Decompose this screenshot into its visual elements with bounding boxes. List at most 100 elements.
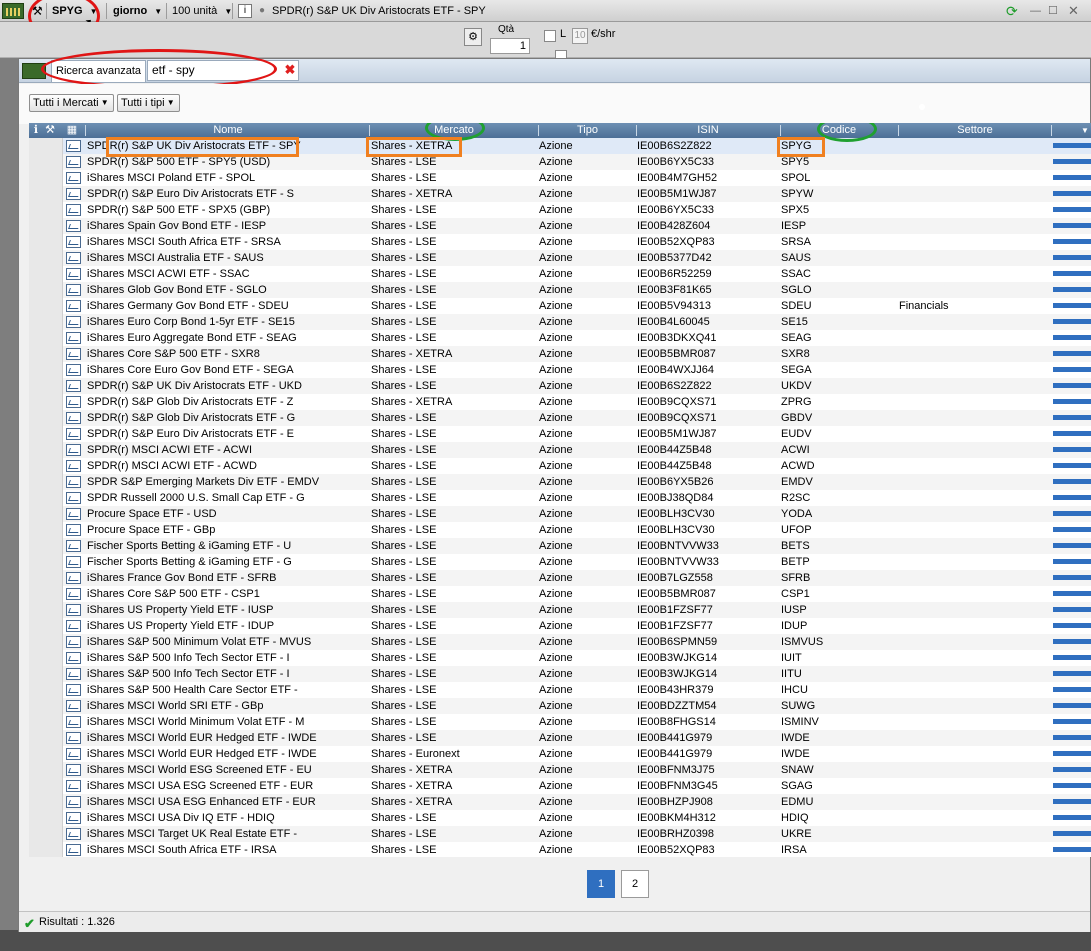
header-settore[interactable]: Settore [899,123,1051,138]
table-row[interactable]: SPDR(r) S&P Glob Div Aristocrats ETF - Z… [29,394,1091,410]
chart-icon[interactable] [66,460,81,472]
chart-icon[interactable] [66,156,81,168]
header-codice[interactable]: Codice [781,123,897,138]
header-tipo[interactable]: Tipo [539,123,636,138]
header-nome[interactable]: Nome [87,123,369,138]
chart-icon[interactable] [66,188,81,200]
table-row[interactable]: Procure Space ETF - GBp Shares - LSE Azion… [29,522,1091,538]
chart-icon[interactable] [66,268,81,280]
table-row[interactable]: iShares MSCI USA ESG Enhanced ETF - EUR S… [29,794,1091,810]
table-row[interactable]: Fischer Sports Betting & iGaming ETF - U… [29,538,1091,554]
table-row[interactable]: iShares Core S&P 500 ETF - CSP1 Shares - … [29,586,1091,602]
chart-icon[interactable] [66,604,81,616]
chart-icon[interactable] [66,556,81,568]
types-filter-dropdown[interactable]: Tutti i tipi ▼ [117,94,180,112]
table-row[interactable]: iShares MSCI Poland ETF - SPOL Shares - L… [29,170,1091,186]
chart-icon[interactable] [66,668,81,680]
table-row[interactable]: iShares MSCI USA Div IQ ETF - HDIQ Shares… [29,810,1091,826]
chart-icon[interactable] [66,812,81,824]
table-row[interactable]: Fischer Sports Betting & iGaming ETF - G… [29,554,1091,570]
chart-icon[interactable] [66,300,81,312]
chart-icon[interactable] [66,140,81,152]
markets-filter-dropdown[interactable]: Tutti i Mercati ▼ [29,94,114,112]
table-row[interactable]: iShares MSCI Target UK Real Estate ETF -… [29,826,1091,842]
table-row[interactable]: SPDR S&P Emerging Markets Div ETF - EMDV… [29,474,1091,490]
units-selector[interactable]: 100 unità ▼ [172,0,232,22]
table-row[interactable]: SPDR(r) S&P UK Div Aristocrats ETF - SPY… [29,138,1091,154]
tab-advanced-search[interactable]: Ricerca avanzata [51,60,146,82]
search-input[interactable]: etf - spy [147,60,299,81]
chart-icon[interactable] [66,252,81,264]
table-row[interactable]: SPDR(r) S&P 500 ETF - SPX5 (GBP) Shares -… [29,202,1091,218]
chart-icon[interactable] [66,348,81,360]
chart-icon[interactable] [66,796,81,808]
clear-search-icon[interactable]: ✖ [283,62,297,78]
table-row[interactable]: iShares Germany Gov Bond ETF - SDEU Share… [29,298,1091,314]
chart-icon[interactable] [66,620,81,632]
chart-icon[interactable] [66,588,81,600]
table-row[interactable]: iShares S&P 500 Minimum Volat ETF - MVUS… [29,634,1091,650]
table-row[interactable]: Procure Space ETF - USD Shares - LSE Azion… [29,506,1091,522]
tools-icon[interactable]: ⚙ [464,28,482,46]
table-row[interactable]: iShares Glob Gov Bond ETF - SGLO Shares -… [29,282,1091,298]
table-row[interactable]: SPDR(r) MSCI ACWI ETF - ACWD Shares - LSE… [29,458,1091,474]
chart-icon[interactable] [66,716,81,728]
chart-icon[interactable] [66,380,81,392]
table-row[interactable]: SPDR(r) MSCI ACWI ETF - ACWI Shares - LSE… [29,442,1091,458]
wrench-column-icon[interactable]: ⚒ [44,123,56,138]
chart-icon[interactable] [66,732,81,744]
chart-icon[interactable] [66,396,81,408]
table-row[interactable]: iShares MSCI Australia ETF - SAUS Shares … [29,250,1091,266]
column-menu-icon[interactable]: ▼ [1079,123,1091,138]
chart-icon[interactable] [66,572,81,584]
table-row[interactable]: SPDR(r) S&P Glob Div Aristocrats ETF - G… [29,410,1091,426]
table-row[interactable]: SPDR(r) S&P 500 ETF - SPY5 (USD) Shares -… [29,154,1091,170]
table-row[interactable]: iShares MSCI World Minimum Volat ETF - M… [29,714,1091,730]
header-mercato[interactable]: Mercato [371,123,537,138]
chart-icon[interactable] [66,364,81,376]
table-row[interactable]: iShares S&P 500 Info Tech Sector ETF - I… [29,666,1091,682]
qty-input[interactable]: 1 [490,38,530,54]
chart-icon[interactable] [66,764,81,776]
chart-icon[interactable] [66,780,81,792]
table-row[interactable]: iShares MSCI South Africa ETF - SRSA Shar… [29,234,1091,250]
table-row[interactable]: SPDR(r) S&P UK Div Aristocrats ETF - UKD… [29,378,1091,394]
chart-icon[interactable] [66,204,81,216]
table-row[interactable]: iShares MSCI World SRI ETF - GBp Shares -… [29,698,1091,714]
table-row[interactable]: iShares MSCI South Africa ETF - IRSA Shar… [29,842,1091,857]
chart-icon[interactable] [66,524,81,536]
chart-icon[interactable] [66,684,81,696]
chart-icon[interactable] [66,332,81,344]
chart-icon[interactable] [66,444,81,456]
info-icon[interactable]: i [238,4,252,18]
chart-icon[interactable] [66,316,81,328]
page-1-button[interactable]: 1 [587,870,615,898]
chart-icon[interactable] [66,284,81,296]
header-isin[interactable]: ISIN [637,123,779,138]
page-2-button[interactable]: 2 [621,870,649,898]
l-checkbox[interactable] [544,30,556,42]
refresh-icon[interactable]: ⟳ [1006,0,1018,22]
table-row[interactable]: SPDR(r) S&P Euro Div Aristocrats ETF - S… [29,186,1091,202]
chart-column-icon[interactable]: ▦ [63,123,81,138]
chart-icon[interactable] [66,844,81,856]
price-input[interactable]: 10 [572,28,588,44]
chart-icon[interactable] [66,428,81,440]
chart-icon[interactable] [66,540,81,552]
chart-icon[interactable] [66,172,81,184]
chart-icon[interactable] [66,412,81,424]
close-window-icon[interactable]: ✕ [1068,0,1079,22]
table-row[interactable]: SPDR(r) S&P Euro Div Aristocrats ETF - E… [29,426,1091,442]
table-row[interactable]: iShares S&P 500 Info Tech Sector ETF - I… [29,650,1091,666]
table-row[interactable]: iShares S&P 500 Health Care Sector ETF -… [29,682,1091,698]
table-row[interactable]: iShares MSCI ACWI ETF - SSAC Shares - LSE… [29,266,1091,282]
table-row[interactable]: iShares Core S&P 500 ETF - SXR8 Shares - … [29,346,1091,362]
table-row[interactable]: SPDR Russell 2000 U.S. Small Cap ETF - G… [29,490,1091,506]
table-row[interactable]: iShares MSCI World EUR Hedged ETF - IWDE… [29,746,1091,762]
chart-icon[interactable] [66,652,81,664]
period-selector[interactable]: giorno ▼ [113,0,162,22]
wrench-icon[interactable]: ⚒ [32,0,43,22]
table-row[interactable]: iShares US Property Yield ETF - IDUP Shar… [29,618,1091,634]
chart-icon[interactable] [66,700,81,712]
table-row[interactable]: iShares Euro Aggregate Bond ETF - SEAG Sh… [29,330,1091,346]
